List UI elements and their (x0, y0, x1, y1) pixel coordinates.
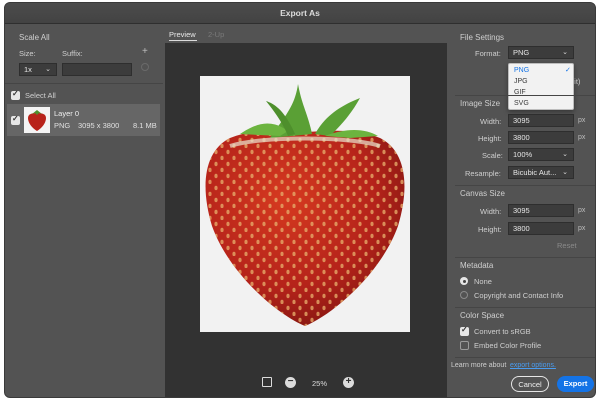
metadata-none-radio[interactable] (460, 277, 468, 285)
canvas-height-label: Height: (478, 225, 502, 234)
add-scale-icon[interactable]: + (142, 46, 148, 57)
section-divider (455, 257, 595, 258)
tab-preview-underline (169, 40, 197, 41)
tab-2-up[interactable]: 2-Up (208, 30, 224, 39)
layer-name: Layer 0 (54, 109, 80, 118)
export-options-link[interactable]: export options. (510, 362, 556, 369)
select-all-label: Select All (25, 91, 56, 100)
layer-size: 8.1 MB (133, 121, 157, 130)
section-divider (455, 185, 595, 186)
strawberry-image (205, 84, 405, 326)
file-settings-heading: File Settings (460, 33, 505, 42)
reset-button[interactable]: Reset (557, 241, 577, 250)
format-select[interactable]: PNG ⌄ (508, 46, 574, 59)
chevron-down-icon: ⌄ (562, 169, 568, 176)
suffix-label: Suffix: (62, 49, 83, 58)
embed-profile-label: Embed Color Profile (474, 341, 542, 350)
resample-label: Resample: (465, 169, 501, 178)
convert-srgb-label: Convert to sRGB (474, 327, 531, 336)
image-width-unit: px (578, 117, 586, 124)
learn-more-text: Learn more about (451, 362, 507, 369)
export-button[interactable]: Export (557, 376, 594, 392)
section-divider (455, 357, 595, 358)
scale-percent-value: 100% (513, 150, 533, 159)
zoom-in-icon[interactable]: + (343, 377, 354, 388)
format-option-svg[interactable]: SVG (514, 100, 529, 107)
image-height-unit: px (578, 134, 586, 141)
metadata-copyright-radio[interactable] (460, 291, 468, 299)
canvas-width-input[interactable]: 3095 (508, 204, 574, 217)
image-height-input[interactable]: 3800 (508, 131, 574, 144)
embed-profile-checkbox[interactable] (460, 341, 469, 350)
layer-row[interactable]: Layer 0 PNG 3095 x 3800 8.1 MB (7, 104, 160, 136)
zoom-level: 25% (312, 379, 328, 388)
chevron-down-icon: ⌄ (562, 49, 568, 56)
preview-canvas: − 25% + (165, 43, 447, 397)
resample-value: Bicubic Aut... (513, 168, 557, 177)
image-width-label: Width: (480, 117, 502, 126)
remove-scale-icon[interactable] (141, 63, 149, 71)
checkmark-icon: ✓ (565, 67, 571, 74)
section-divider (455, 95, 595, 96)
metadata-copyright-label: Copyright and Contact Info (474, 291, 564, 300)
metadata-none-label: None (474, 277, 492, 286)
preview-image (200, 76, 410, 332)
format-label: Format: (475, 49, 501, 58)
fit-screen-icon[interactable] (262, 377, 272, 387)
layer-thumbnail (24, 107, 50, 133)
export-as-dialog: Export As Scale All Size: Suffix: + 1x ⌄… (4, 2, 596, 398)
tab-preview[interactable]: Preview (169, 30, 196, 39)
image-height-label: Height: (478, 134, 502, 143)
canvas-height-input[interactable]: 3800 (508, 222, 574, 235)
scale-select[interactable]: 1x ⌄ (19, 63, 57, 76)
strawberry-thumbnail-icon (28, 110, 46, 131)
size-label: Size: (19, 49, 36, 58)
scale-all-heading: Scale All (19, 33, 50, 42)
dialog-title: Export As (5, 3, 595, 24)
chevron-down-icon: ⌄ (562, 151, 568, 158)
cancel-button[interactable]: Cancel (511, 376, 549, 392)
select-all-checkbox[interactable] (11, 89, 20, 100)
format-dropdown-menu: PNG ✓ JPG GIF SVG (508, 63, 574, 110)
format-option-jpg[interactable]: JPG (514, 78, 528, 85)
scale-label: Scale: (482, 151, 503, 160)
layer-format: PNG (54, 121, 71, 130)
section-divider (455, 307, 595, 308)
image-width-input[interactable]: 3095 (508, 114, 574, 127)
scale-select-value: 1x (24, 65, 32, 74)
canvas-height-unit: px (578, 225, 586, 232)
canvas-width-unit: px (578, 207, 586, 214)
layer-dimensions: 3095 x 3800 (78, 121, 120, 130)
chevron-down-icon: ⌄ (45, 66, 51, 73)
convert-srgb-checkbox[interactable] (460, 325, 469, 336)
color-space-heading: Color Space (460, 311, 505, 320)
canvas-width-label: Width: (480, 207, 502, 216)
layer-checkbox[interactable] (11, 114, 20, 125)
image-size-heading: Image Size (460, 99, 501, 108)
format-select-value: PNG (513, 48, 530, 57)
canvas-size-heading: Canvas Size (460, 189, 505, 198)
metadata-heading: Metadata (460, 261, 494, 270)
zoom-out-icon[interactable]: − (285, 377, 296, 388)
left-divider (5, 83, 163, 84)
resample-select[interactable]: Bicubic Aut... ⌄ (508, 166, 574, 179)
suffix-input[interactable] (62, 63, 132, 76)
format-option-png[interactable]: PNG (514, 67, 529, 74)
scale-percent-select[interactable]: 100% ⌄ (508, 148, 574, 161)
